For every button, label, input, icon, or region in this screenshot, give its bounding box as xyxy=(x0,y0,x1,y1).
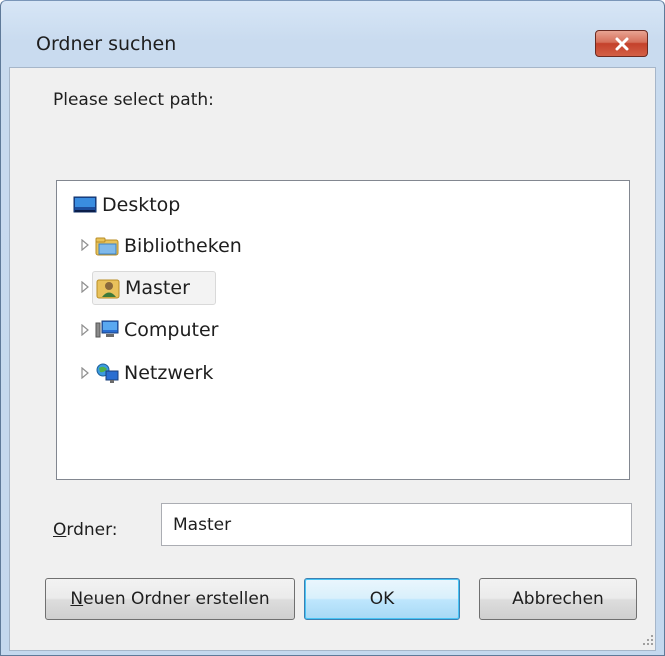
expand-arrow-icon[interactable] xyxy=(79,239,91,251)
cancel-label: Abbrechen xyxy=(512,589,604,609)
ok-label: OK xyxy=(369,589,395,609)
title-bar[interactable]: Ordner suchen xyxy=(1,1,664,67)
tree-item-label: Netzwerk xyxy=(124,362,214,384)
tree-item-label: Bibliotheken xyxy=(124,235,242,257)
tree-item-label: Master xyxy=(125,277,190,299)
ok-button[interactable]: OK xyxy=(304,578,460,620)
close-icon xyxy=(615,37,628,50)
user-folder-icon xyxy=(96,279,120,299)
expand-arrow-icon[interactable] xyxy=(79,367,91,379)
folder-tree[interactable]: Desktop Bibliotheken Master Computer Net… xyxy=(56,180,630,480)
folder-name-input[interactable] xyxy=(161,503,632,546)
tree-item-label: Desktop xyxy=(102,194,181,216)
new-folder-label: Neuen Ordner erstellen xyxy=(70,589,269,609)
tree-item-master[interactable]: Master xyxy=(92,271,216,305)
expand-arrow-icon[interactable] xyxy=(79,324,91,336)
tree-item-netzwerk[interactable]: Netzwerk xyxy=(95,357,213,389)
network-icon xyxy=(96,363,119,383)
folder-label: Ordner: xyxy=(53,520,118,540)
folder-label-rest: rdner: xyxy=(66,520,118,540)
tree-item-label: Computer xyxy=(124,319,219,341)
cancel-button[interactable]: Abbrechen xyxy=(479,578,637,620)
prompt-text: Please select path: xyxy=(53,90,214,110)
resize-grip-icon[interactable] xyxy=(640,632,654,646)
folder-label-accel: O xyxy=(53,520,67,540)
close-button[interactable] xyxy=(595,30,648,57)
new-folder-button[interactable]: Neuen Ordner erstellen xyxy=(45,578,295,620)
window-title: Ordner suchen xyxy=(36,33,177,55)
desktop-icon xyxy=(73,196,97,213)
expand-arrow-icon[interactable] xyxy=(79,281,91,293)
tree-item-computer[interactable]: Computer xyxy=(95,314,218,346)
libraries-folder-icon xyxy=(95,237,119,256)
tree-item-desktop[interactable]: Desktop xyxy=(73,189,180,221)
tree-item-bibliotheken[interactable]: Bibliotheken xyxy=(95,230,242,262)
new-folder-rest: euen Ordner erstellen xyxy=(83,589,270,609)
new-folder-accel: N xyxy=(70,589,84,609)
computer-icon xyxy=(95,320,119,338)
